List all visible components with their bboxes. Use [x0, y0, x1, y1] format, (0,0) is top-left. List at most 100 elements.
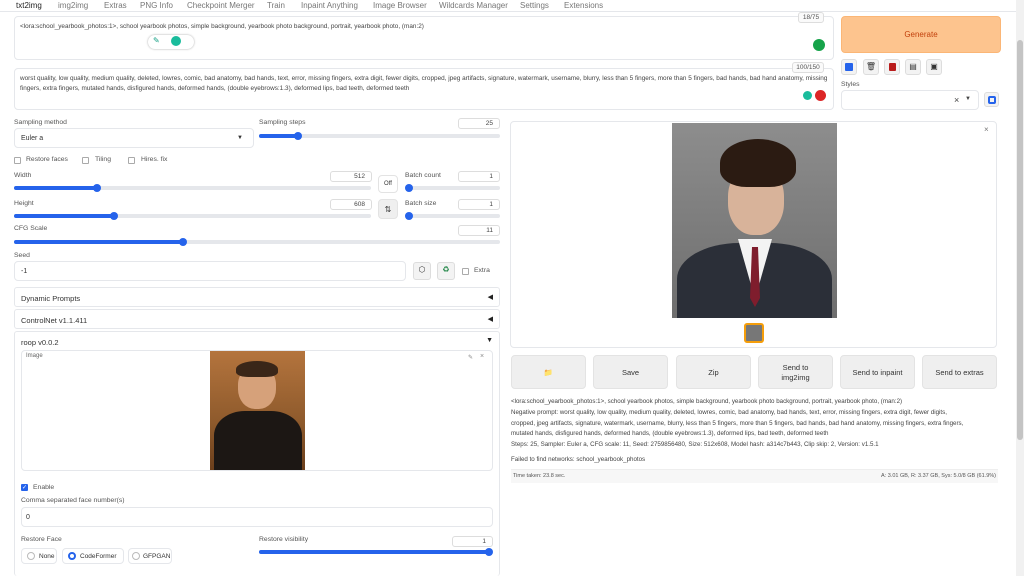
- batch-count-input[interactable]: 1: [458, 171, 500, 182]
- trash-button[interactable]: 🗑: [863, 59, 879, 75]
- chevron-down-icon: ▼: [237, 135, 243, 141]
- cfg-scale-input[interactable]: 11: [458, 225, 500, 236]
- caret-left-icon: ◀: [487, 294, 493, 301]
- grammarly-icon[interactable]: [813, 39, 825, 51]
- restore-none-option[interactable]: None: [21, 548, 57, 564]
- grammarly-error-icon[interactable]: [815, 90, 826, 101]
- tab-settings[interactable]: Settings: [520, 1, 549, 10]
- slider-handle[interactable]: [405, 211, 413, 220]
- cfg-scale-slider[interactable]: [14, 237, 500, 246]
- sampling-steps-slider[interactable]: [259, 131, 500, 140]
- swap-dimensions-button[interactable]: ⇅: [378, 199, 398, 219]
- send-to-inpaint-button[interactable]: Send to inpaint: [840, 355, 915, 389]
- page-scrollbar[interactable]: [1016, 0, 1024, 576]
- refresh-styles-button[interactable]: [984, 92, 999, 107]
- tab-img2img[interactable]: img2img: [58, 1, 88, 10]
- seed-input[interactable]: -1: [14, 261, 406, 281]
- chevron-down-icon[interactable]: ▼: [965, 96, 971, 102]
- extra-networks-button[interactable]: [884, 59, 900, 75]
- batch-size-input[interactable]: 1: [458, 199, 500, 210]
- save-style-button[interactable]: ▣: [926, 59, 942, 75]
- vram-usage: A: 3.01 GB, R: 3.37 GB, Sys: 5.0/8 GB (6…: [881, 473, 996, 479]
- close-icon[interactable]: ×: [984, 125, 989, 134]
- hires-fix-checkbox[interactable]: [128, 157, 135, 164]
- slider-fill: [14, 240, 183, 244]
- radio-codeformer[interactable]: [68, 552, 76, 560]
- zip-button[interactable]: Zip: [676, 355, 751, 389]
- dynamic-prompts-accordion[interactable]: Dynamic Prompts ◀: [14, 287, 500, 307]
- reuse-seed-button[interactable]: ♻: [437, 262, 455, 280]
- tab-extras[interactable]: Extras: [104, 1, 127, 10]
- option-label: None: [39, 553, 55, 560]
- info-negative: mutated hands, disfigured hands, deforme…: [511, 430, 829, 438]
- scrollbar-thumb[interactable]: [1017, 40, 1023, 440]
- accordion-title: ControlNet v1.1.411: [21, 316, 88, 325]
- width-input[interactable]: 512: [330, 171, 372, 182]
- sampling-method-dropdown[interactable]: Euler a ▼: [14, 128, 254, 148]
- apply-style-button[interactable]: ▤: [905, 59, 921, 75]
- styles-dropdown[interactable]: × ▼: [841, 90, 979, 110]
- height-label: Height: [14, 200, 34, 207]
- enable-label: Enable: [33, 484, 55, 491]
- controlnet-accordion[interactable]: ControlNet v1.1.411 ◀: [14, 309, 500, 329]
- restore-visibility-slider[interactable]: [259, 547, 493, 556]
- tab-train[interactable]: Train: [267, 1, 285, 10]
- open-folder-button[interactable]: 📁: [511, 355, 586, 389]
- slider-fill: [14, 214, 114, 218]
- save-button[interactable]: Save: [593, 355, 668, 389]
- slider-handle[interactable]: [110, 211, 118, 220]
- close-icon[interactable]: ×: [480, 353, 484, 360]
- generate-button[interactable]: Generate: [841, 16, 1001, 53]
- random-seed-button[interactable]: ⬡: [413, 262, 431, 280]
- extra-seed-checkbox[interactable]: [462, 268, 469, 275]
- generated-image[interactable]: [672, 123, 837, 318]
- face-numbers-input[interactable]: 0: [21, 507, 493, 527]
- gallery-thumbnail[interactable]: [744, 323, 764, 343]
- edit-icon[interactable]: ✎: [468, 354, 473, 361]
- sampling-steps-input[interactable]: 25: [458, 118, 500, 129]
- width-slider[interactable]: [14, 183, 371, 192]
- hair-shape: [236, 361, 278, 377]
- paste-params-button[interactable]: [841, 59, 857, 75]
- tab-txt2img[interactable]: txt2img: [16, 1, 42, 10]
- send-to-img2img-button[interactable]: Send to img2img: [758, 355, 833, 389]
- lightbulb-icon[interactable]: [171, 36, 181, 46]
- styles-clear-icon[interactable]: ×: [954, 95, 959, 105]
- enable-roop-checkbox[interactable]: ✓: [21, 484, 28, 491]
- tab-inpaint-anything[interactable]: Inpaint Anything: [301, 1, 358, 10]
- height-input[interactable]: 608: [330, 199, 372, 210]
- radio-none[interactable]: [27, 552, 35, 560]
- restore-visibility-input[interactable]: 1: [452, 536, 493, 547]
- batch-count-slider[interactable]: [405, 183, 500, 192]
- positive-prompt-input[interactable]: <lora:school_yearbook_photos:1>, school …: [14, 16, 834, 60]
- magic-wand-icon[interactable]: ✎: [153, 36, 160, 45]
- tab-png-info[interactable]: PNG Info: [140, 1, 173, 10]
- send-to-extras-button[interactable]: Send to extras: [922, 355, 997, 389]
- restore-codeformer-option[interactable]: CodeFormer: [62, 548, 124, 564]
- prompt-helper-icons[interactable]: ✎: [148, 35, 194, 49]
- accordion-title: roop v0.0.2: [21, 338, 59, 347]
- tab-image-browser[interactable]: Image Browser: [373, 1, 427, 10]
- info-prompt: <lora:school_yearbook_photos:1>, school …: [511, 398, 903, 405]
- tiling-checkbox[interactable]: [82, 157, 89, 164]
- info-params: Steps: 25, Sampler: Euler a, CFG scale: …: [511, 441, 879, 449]
- slider-handle[interactable]: [405, 183, 413, 192]
- batch-size-slider[interactable]: [405, 211, 500, 220]
- slider-handle[interactable]: [485, 547, 493, 556]
- slider-handle[interactable]: [179, 237, 187, 246]
- tab-checkpoint-merger[interactable]: Checkpoint Merger: [187, 1, 255, 10]
- arrow-icon: [845, 63, 853, 71]
- height-slider[interactable]: [14, 211, 371, 220]
- restore-gfpgan-option[interactable]: GFPGAN: [128, 548, 172, 564]
- lightbulb-icon[interactable]: [803, 91, 812, 100]
- hires-off-button[interactable]: Off: [378, 175, 398, 193]
- negative-prompt-input[interactable]: worst quality, low quality, medium quali…: [14, 68, 834, 110]
- tab-wildcards-manager[interactable]: Wildcards Manager: [439, 1, 508, 10]
- roop-image-upload[interactable]: Image ✎ ×: [21, 350, 493, 471]
- restore-faces-checkbox[interactable]: [14, 157, 21, 164]
- performance-bar: Time taken: 23.8 sec. A: 3.01 GB, R: 3.3…: [511, 469, 998, 483]
- slider-handle[interactable]: [93, 183, 101, 192]
- radio-gfpgan[interactable]: [132, 552, 140, 560]
- tab-extensions[interactable]: Extensions: [564, 1, 603, 10]
- slider-handle[interactable]: [293, 131, 302, 140]
